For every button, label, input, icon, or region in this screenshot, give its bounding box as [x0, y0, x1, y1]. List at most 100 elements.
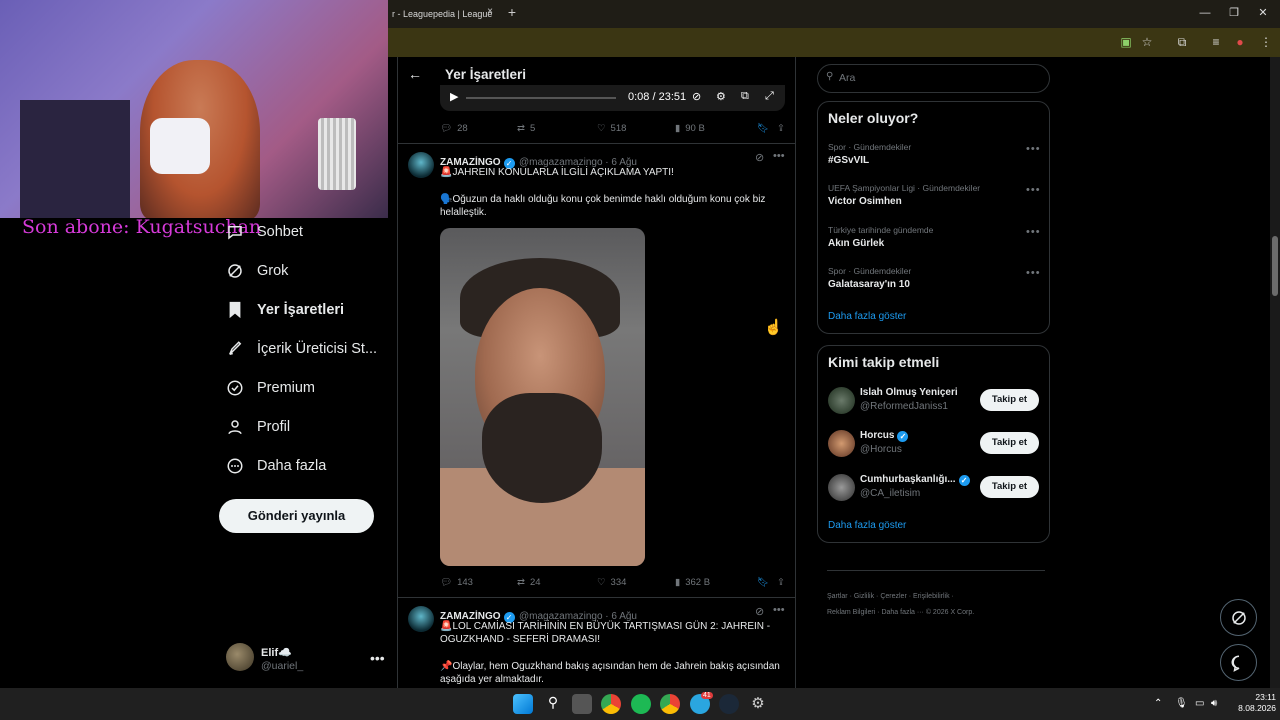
- profile-icon[interactable]: ●: [1232, 34, 1248, 50]
- scrollbar-thumb[interactable]: [1272, 236, 1278, 296]
- follow-suggestion-name[interactable]: Islah Olmuş Yeniçeri: [860, 387, 958, 398]
- chrome-active-icon[interactable]: [660, 694, 680, 714]
- follow-suggestion-name[interactable]: Horcus ✓: [860, 430, 909, 442]
- new-tab-button[interactable]: +: [503, 4, 521, 22]
- restore-icon[interactable]: ❐: [1224, 4, 1244, 22]
- avatar[interactable]: [408, 152, 434, 178]
- network-icon[interactable]: ▭: [1195, 698, 1204, 709]
- tweet-more-icon[interactable]: •••: [773, 604, 785, 616]
- minimize-icon[interactable]: —: [1195, 4, 1215, 22]
- footer-link[interactable]: Reklam Bilgileri: [827, 609, 875, 616]
- tweet-photo[interactable]: [440, 228, 645, 566]
- share-icon[interactable]: ⇪: [777, 123, 785, 134]
- volume-icon[interactable]: 🔊︎: [1211, 698, 1217, 709]
- footer-link[interactable]: Şartlar: [827, 593, 848, 600]
- views-button[interactable]: ▮ 90 B: [675, 123, 757, 134]
- repost-button[interactable]: ⇄ 5: [517, 123, 597, 134]
- reply-button[interactable]: 💬︎ 28: [440, 123, 517, 134]
- footer-link[interactable]: Daha fazla ···: [881, 609, 923, 616]
- copyright: © 2026 X Corp.: [925, 609, 975, 616]
- views-button[interactable]: ▮ 362 B: [675, 577, 757, 588]
- account-switcher[interactable]: [226, 643, 386, 675]
- extensions-puzzle-icon[interactable]: ⧉: [1174, 34, 1190, 50]
- view-count: 90 B: [685, 122, 705, 134]
- mute-icon[interactable]: ⊘: [692, 90, 701, 103]
- mic-icon[interactable]: 🎙︎: [1175, 698, 1188, 709]
- nav-item-premium[interactable]: Premium: [224, 372, 315, 404]
- pip-icon[interactable]: ⧉: [741, 90, 749, 103]
- divider: [398, 597, 795, 598]
- trend-more-icon[interactable]: •••: [1026, 267, 1041, 279]
- post-button[interactable]: Gönderi yayınla: [219, 499, 374, 533]
- trend-meta: Spor · Gündemdekiler: [828, 142, 912, 152]
- media-controls-icon[interactable]: ≡: [1208, 34, 1224, 50]
- footer-link[interactable]: Erişilebilirlik: [913, 593, 950, 600]
- trend-more-icon[interactable]: •••: [1026, 143, 1041, 155]
- trend-more-icon[interactable]: •••: [1026, 184, 1041, 196]
- like-button[interactable]: ♡ 518: [597, 123, 675, 134]
- messages-fab[interactable]: [1220, 644, 1257, 681]
- trend-meta: UEFA Şampiyonlar Ligi · Gündemdekiler: [828, 183, 981, 193]
- scrollbar[interactable]: [1270, 57, 1280, 688]
- follow-button[interactable]: Takip et: [980, 389, 1039, 411]
- avatar[interactable]: [828, 387, 855, 414]
- avatar[interactable]: [828, 430, 855, 457]
- tab-close-icon[interactable]: ×: [483, 6, 497, 22]
- search-icon[interactable]: ⚲: [543, 694, 563, 714]
- trend-name[interactable]: Galatasaray'ın 10: [828, 279, 910, 290]
- nav-item-grok[interactable]: Grok: [224, 255, 288, 287]
- bookmark-star-icon[interactable]: ☆: [1139, 34, 1155, 50]
- nav-item-creator-studio[interactable]: İçerik Üreticisi St...: [224, 333, 377, 365]
- play-icon[interactable]: ▶: [450, 90, 458, 103]
- grok-icon[interactable]: ⊘: [755, 151, 764, 164]
- grok-icon[interactable]: ⊘: [755, 605, 764, 618]
- trend-more-icon[interactable]: •••: [1026, 226, 1041, 238]
- tweet-more-icon[interactable]: •••: [773, 150, 785, 162]
- bookmark-button[interactable]: 🔖︎: [757, 577, 777, 588]
- nav-item-bookmarks[interactable]: Yer İşaretleri: [224, 294, 344, 326]
- nav-item-more[interactable]: Daha fazla: [224, 450, 326, 482]
- search-icon: ⚲: [826, 71, 834, 82]
- extension-icon[interactable]: ▣: [1118, 34, 1134, 50]
- avatar[interactable]: [408, 606, 434, 632]
- trend-name[interactable]: #GSvVIL: [828, 155, 869, 166]
- trends-show-more-link[interactable]: Daha fazla göster: [828, 311, 906, 322]
- task-view-icon[interactable]: [572, 694, 592, 714]
- bookmark-icon: [224, 299, 246, 321]
- follow-suggestion-handle: @Horcus: [860, 444, 902, 455]
- nav-item-chat[interactable]: Sohbet: [224, 216, 303, 248]
- tray-chevron-icon[interactable]: ⌃: [1154, 698, 1162, 709]
- avatar[interactable]: [828, 474, 855, 501]
- footer-link[interactable]: Gizlilik: [854, 593, 874, 600]
- chrome-icon[interactable]: [601, 694, 621, 714]
- repost-button[interactable]: ⇄ 24: [517, 577, 597, 588]
- settings-gear-icon[interactable]: ⚙: [748, 694, 768, 714]
- follow-show-more-link[interactable]: Daha fazla göster: [828, 520, 906, 531]
- trend-name[interactable]: Akın Gürlek: [828, 238, 884, 249]
- back-arrow-icon[interactable]: ←: [408, 66, 422, 82]
- video-progress-track[interactable]: [466, 97, 616, 99]
- follow-button[interactable]: Takip et: [980, 476, 1039, 498]
- clock-date: 8.08.2026: [1238, 703, 1276, 713]
- trend-name[interactable]: Victor Osimhen: [828, 196, 902, 207]
- windows-start-icon[interactable]: [513, 694, 533, 714]
- share-icon[interactable]: ⇪: [777, 577, 785, 588]
- nav-item-profile[interactable]: Profil: [224, 411, 290, 443]
- steam-icon[interactable]: [719, 694, 739, 714]
- like-button[interactable]: ♡ 334: [597, 577, 675, 588]
- browser-menu-icon[interactable]: ⋮: [1258, 34, 1274, 50]
- heart-icon: ♡: [597, 122, 606, 134]
- webcam-light: [318, 118, 356, 190]
- fullscreen-icon[interactable]: ⤢: [765, 90, 774, 103]
- follow-suggestion-name[interactable]: Cumhurbaşkanlığı... ✓: [860, 474, 970, 486]
- system-clock[interactable]: 23:11 8.08.2026: [1228, 692, 1276, 714]
- account-more-icon[interactable]: •••: [370, 650, 385, 666]
- follow-button[interactable]: Takip et: [980, 432, 1039, 454]
- reply-button[interactable]: 💬︎ 143: [440, 577, 517, 588]
- settings-icon[interactable]: ⚙: [716, 90, 726, 103]
- spotify-icon[interactable]: [631, 694, 651, 714]
- close-window-icon[interactable]: ✕: [1253, 4, 1273, 22]
- bookmark-button[interactable]: 🔖︎: [757, 123, 777, 134]
- footer-link[interactable]: Çerezler: [880, 593, 906, 600]
- grok-fab[interactable]: [1220, 599, 1257, 636]
